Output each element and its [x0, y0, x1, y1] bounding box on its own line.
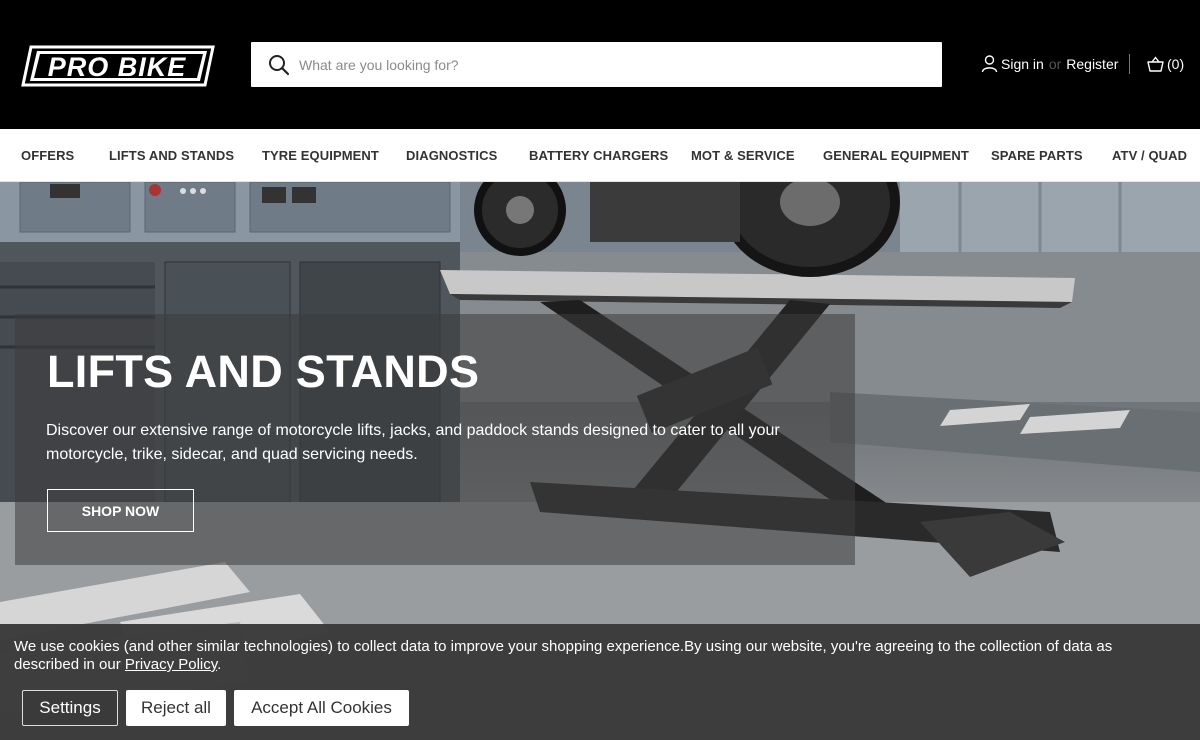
sign-in-link[interactable]: Sign in	[1001, 56, 1044, 72]
cookie-settings-button[interactable]: Settings	[22, 690, 118, 726]
nav-item-spare-parts[interactable]: SPARE PARTS	[991, 148, 1083, 163]
nav-item-general-equipment[interactable]: GENERAL EQUIPMENT	[823, 148, 969, 163]
privacy-policy-link[interactable]: Privacy Policy	[125, 656, 217, 673]
user-icon	[981, 55, 998, 73]
probike-logo[interactable]: PRO BIKE	[21, 45, 215, 87]
nav-item-atv-quad[interactable]: ATV / QUAD	[1112, 148, 1187, 163]
main-navigation: OFFERS LIFTS AND STANDS TYRE EQUIPMENT D…	[0, 129, 1200, 182]
nav-item-tyre-equipment[interactable]: TYRE EQUIPMENT	[262, 148, 379, 163]
accept-all-cookies-button[interactable]: Accept All Cookies	[234, 690, 409, 726]
nav-item-offers[interactable]: OFFERS	[21, 148, 74, 163]
hero-description: Discover our extensive range of motorcyc…	[46, 422, 780, 463]
nav-item-battery-chargers[interactable]: BATTERY CHARGERS	[529, 148, 668, 163]
cookie-message: We use cookies (and other similar techno…	[14, 638, 1164, 674]
cookie-banner: We use cookies (and other similar techno…	[0, 624, 1200, 740]
svg-text:PRO BIKE: PRO BIKE	[48, 52, 187, 82]
search-input[interactable]	[297, 44, 942, 85]
probike-logo-icon: PRO BIKE	[21, 45, 215, 87]
nav-item-lifts-and-stands[interactable]: LIFTS AND STANDS	[109, 148, 234, 163]
cart-count: (0)	[1167, 56, 1185, 72]
shop-now-button[interactable]: SHOP NOW	[47, 489, 194, 532]
register-link[interactable]: Register	[1066, 56, 1118, 72]
account-links: Sign in or Register	[981, 53, 1118, 75]
basket-icon	[1147, 55, 1164, 72]
nav-item-mot-service[interactable]: MOT & SERVICE	[691, 148, 795, 163]
nav-item-diagnostics[interactable]: DIAGNOSTICS	[406, 148, 497, 163]
search-bar	[251, 42, 942, 87]
cart-button[interactable]: (0)	[1146, 53, 1184, 75]
reject-all-button[interactable]: Reject all	[126, 690, 226, 726]
hero-title: LIFTS AND STANDS	[47, 346, 480, 397]
site-header: PRO BIKE Sign in or Register (0)	[0, 0, 1200, 129]
search-icon[interactable]	[268, 54, 290, 76]
cookie-text-end: .	[217, 656, 222, 673]
header-divider	[1129, 54, 1130, 74]
or-separator: or	[1048, 56, 1062, 72]
